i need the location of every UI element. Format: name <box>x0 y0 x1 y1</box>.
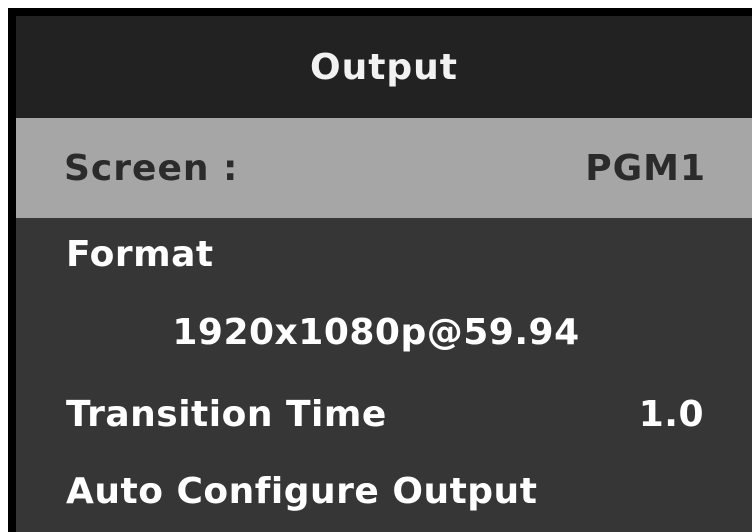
menu-item-screen[interactable]: Screen : PGM1 <box>16 118 752 218</box>
screen-value: PGM1 <box>585 147 706 189</box>
screen-label: Screen : <box>64 147 239 189</box>
menu-frame: Output Screen : PGM1 Format 1920x1080p@5… <box>8 8 752 532</box>
auto-configure-output-label: Auto Configure Output <box>66 470 538 512</box>
menu-item-format-value[interactable]: 1920x1080p@59.94 <box>16 290 752 374</box>
menu-title-bar: Output <box>16 16 752 118</box>
menu-item-format[interactable]: Format <box>16 218 752 290</box>
menu-title: Output <box>309 46 459 88</box>
transition-time-value: 1.0 <box>638 393 704 435</box>
format-value: 1920x1080p@59.94 <box>172 311 580 353</box>
menu-item-transition-time[interactable]: Transition Time 1.0 <box>16 374 752 454</box>
output-menu-panel: Output Screen : PGM1 Format 1920x1080p@5… <box>16 16 752 532</box>
format-label: Format <box>66 233 214 275</box>
transition-time-label: Transition Time <box>66 393 387 435</box>
menu-item-auto-configure-output[interactable]: Auto Configure Output <box>16 454 752 528</box>
